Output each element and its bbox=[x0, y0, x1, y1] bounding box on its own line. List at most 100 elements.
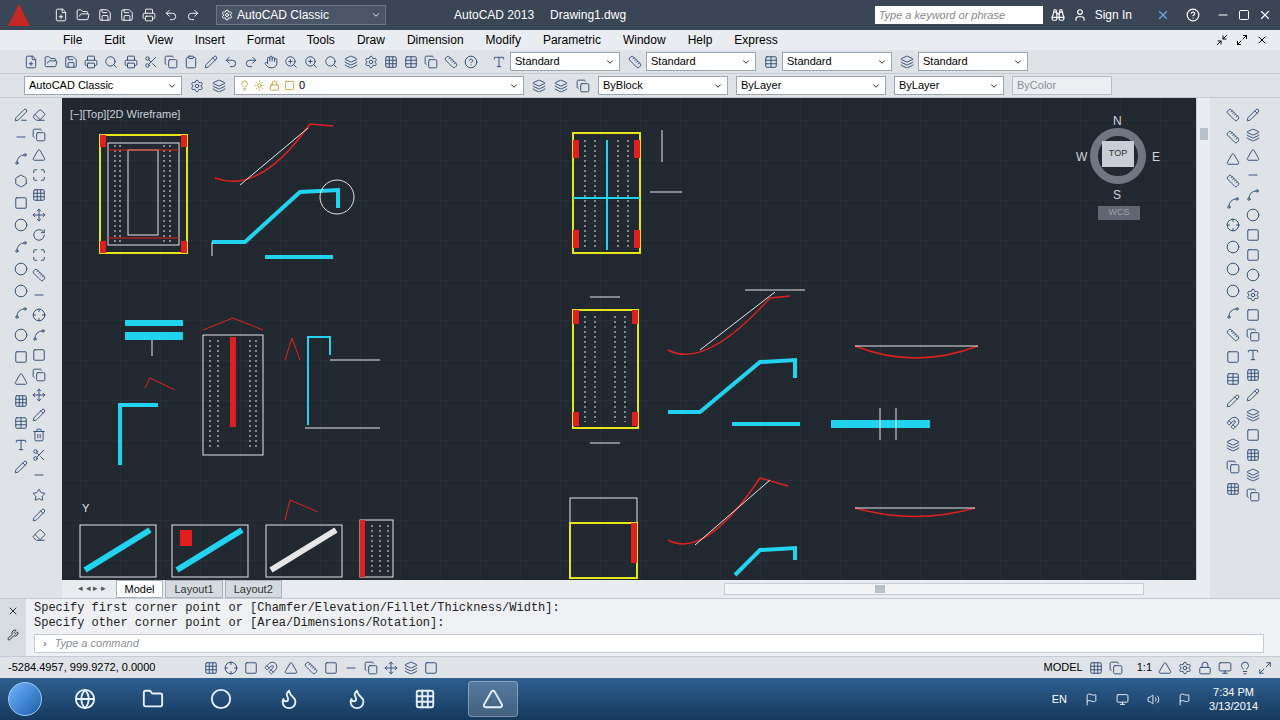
status-toggle-icon[interactable] bbox=[204, 661, 218, 675]
object-tool-icon[interactable] bbox=[1246, 188, 1260, 202]
status-tray-icon[interactable] bbox=[1218, 661, 1232, 675]
layer-state-icon[interactable] bbox=[254, 80, 265, 91]
layer-tool-icon[interactable] bbox=[554, 79, 568, 93]
dimension-tool-icon[interactable] bbox=[1226, 108, 1240, 122]
status-toggle-icon[interactable] bbox=[424, 661, 438, 675]
taskbar-app[interactable] bbox=[332, 681, 382, 717]
modify-tool-icon[interactable] bbox=[32, 168, 46, 182]
viewport-label[interactable]: [−][Top][2D Wireframe] bbox=[70, 106, 180, 123]
workspace-dropdown[interactable]: AutoCAD Classic bbox=[216, 5, 386, 25]
help-icon[interactable] bbox=[1186, 8, 1200, 22]
status-toggle-icon[interactable] bbox=[344, 661, 358, 675]
modify-tool-icon[interactable] bbox=[32, 528, 46, 542]
object-tool-icon[interactable] bbox=[1246, 108, 1260, 122]
toolbar-button-icon[interactable] bbox=[124, 55, 138, 69]
modify-tool-icon[interactable] bbox=[32, 508, 46, 522]
toolbar-button-icon[interactable] bbox=[304, 55, 318, 69]
taskbar-app[interactable] bbox=[60, 681, 110, 717]
toolbar-button-icon[interactable] bbox=[244, 55, 258, 69]
quick-view-icon[interactable] bbox=[1109, 661, 1123, 675]
status-toggle-icon[interactable] bbox=[364, 661, 378, 675]
object-tool-icon[interactable] bbox=[1246, 168, 1260, 182]
dimension-tool-icon[interactable] bbox=[1226, 174, 1240, 188]
dimension-tool-icon[interactable] bbox=[1226, 284, 1240, 298]
taskbar-app[interactable] bbox=[196, 681, 246, 717]
modify-tool-icon[interactable] bbox=[32, 308, 46, 322]
quick-access-icon[interactable] bbox=[186, 8, 200, 22]
start-button-icon[interactable] bbox=[8, 682, 42, 716]
close-command-icon[interactable] bbox=[7, 605, 19, 617]
status-toggle-icon[interactable] bbox=[404, 661, 418, 675]
modify-tool-icon[interactable] bbox=[32, 448, 46, 462]
layout-tab[interactable]: Model bbox=[116, 580, 164, 599]
dimension-tool-icon[interactable] bbox=[1226, 394, 1240, 408]
annotation-scale[interactable]: 1:1 bbox=[1137, 659, 1152, 676]
layer-dropdown[interactable]: 0 bbox=[234, 76, 524, 95]
modify-tool-icon[interactable] bbox=[32, 268, 46, 282]
vertical-scrollbar[interactable] bbox=[1196, 98, 1210, 580]
draw-tool-icon[interactable] bbox=[14, 394, 28, 408]
tray-icon[interactable] bbox=[1178, 693, 1191, 706]
draw-tool-icon[interactable] bbox=[14, 328, 28, 342]
toolbar-button-icon[interactable] bbox=[384, 55, 398, 69]
object-tool-icon[interactable] bbox=[1246, 348, 1260, 362]
maximize-icon[interactable] bbox=[1238, 9, 1250, 21]
wcs-menu[interactable]: WCS bbox=[1098, 206, 1140, 220]
modify-tool-icon[interactable] bbox=[32, 188, 46, 202]
modify-tool-icon[interactable] bbox=[32, 368, 46, 382]
modify-tool-icon[interactable] bbox=[32, 388, 46, 402]
menu-item[interactable]: Modify bbox=[486, 31, 521, 49]
status-toggle-icon[interactable] bbox=[264, 661, 278, 675]
layer-tool-icon[interactable] bbox=[212, 79, 226, 93]
toolbar-button-icon[interactable] bbox=[184, 55, 198, 69]
layer-tool-icon[interactable] bbox=[190, 79, 204, 93]
viewcube-face[interactable]: TOP bbox=[1102, 141, 1134, 167]
layout-tab[interactable]: Layout1 bbox=[165, 580, 222, 599]
object-tool-icon[interactable] bbox=[1246, 148, 1260, 162]
toolbar-button-icon[interactable] bbox=[44, 55, 58, 69]
toolbar-button-icon[interactable] bbox=[324, 55, 338, 69]
draw-tool-icon[interactable] bbox=[14, 218, 28, 232]
dimension-tool-icon[interactable] bbox=[1226, 372, 1240, 386]
toolbar-button-icon[interactable] bbox=[404, 55, 418, 69]
dimension-tool-icon[interactable] bbox=[1226, 152, 1240, 166]
search-field[interactable]: Type a keyword or phrase bbox=[875, 6, 1043, 24]
draw-tool-icon[interactable] bbox=[14, 262, 28, 276]
object-tool-icon[interactable] bbox=[1246, 268, 1260, 282]
object-tool-icon[interactable] bbox=[1246, 128, 1260, 142]
status-tray-icon[interactable] bbox=[1238, 661, 1252, 675]
layer-tool-icon[interactable] bbox=[576, 79, 590, 93]
toolbar-button-icon[interactable] bbox=[64, 55, 78, 69]
dimension-tool-icon[interactable] bbox=[1226, 262, 1240, 276]
lineweight-dropdown[interactable]: ByLayer bbox=[894, 76, 1004, 95]
toolbar-button-icon[interactable] bbox=[264, 55, 278, 69]
quick-access-icon[interactable] bbox=[98, 8, 112, 22]
model-space[interactable]: [−][Top][2D Wireframe]NSWETOPWCSY bbox=[62, 98, 1196, 580]
linetype-dropdown[interactable]: ByLayer bbox=[736, 76, 886, 95]
object-tool-icon[interactable] bbox=[1246, 248, 1260, 262]
modify-tool-icon[interactable] bbox=[32, 488, 46, 502]
object-tool-icon[interactable] bbox=[1246, 428, 1260, 442]
menu-item[interactable]: Window bbox=[623, 31, 666, 49]
style-icon[interactable] bbox=[492, 55, 506, 69]
doc-minimize-icon[interactable] bbox=[1216, 34, 1228, 46]
draw-tool-icon[interactable] bbox=[14, 460, 28, 474]
tray-icon[interactable] bbox=[1116, 693, 1129, 706]
modify-tool-icon[interactable] bbox=[32, 148, 46, 162]
menu-item[interactable]: Dimension bbox=[407, 31, 464, 49]
language-indicator[interactable]: EN bbox=[1052, 691, 1067, 708]
exchange-icon[interactable] bbox=[1156, 8, 1170, 22]
draw-tool-icon[interactable] bbox=[14, 306, 28, 320]
toolbar-button-icon[interactable] bbox=[364, 55, 378, 69]
draw-tool-icon[interactable] bbox=[14, 416, 28, 430]
layer-state-icon[interactable] bbox=[284, 80, 295, 91]
layer-state-icon[interactable] bbox=[239, 80, 250, 91]
draw-tool-icon[interactable] bbox=[14, 174, 28, 188]
dimension-tool-icon[interactable] bbox=[1226, 350, 1240, 364]
toolbar-button-icon[interactable] bbox=[204, 55, 218, 69]
draw-tool-icon[interactable] bbox=[14, 196, 28, 210]
taskbar-app[interactable] bbox=[400, 681, 450, 717]
menu-item[interactable]: Format bbox=[247, 31, 285, 49]
dimension-tool-icon[interactable] bbox=[1226, 460, 1240, 474]
horizontal-scrollbar[interactable] bbox=[724, 583, 1144, 595]
